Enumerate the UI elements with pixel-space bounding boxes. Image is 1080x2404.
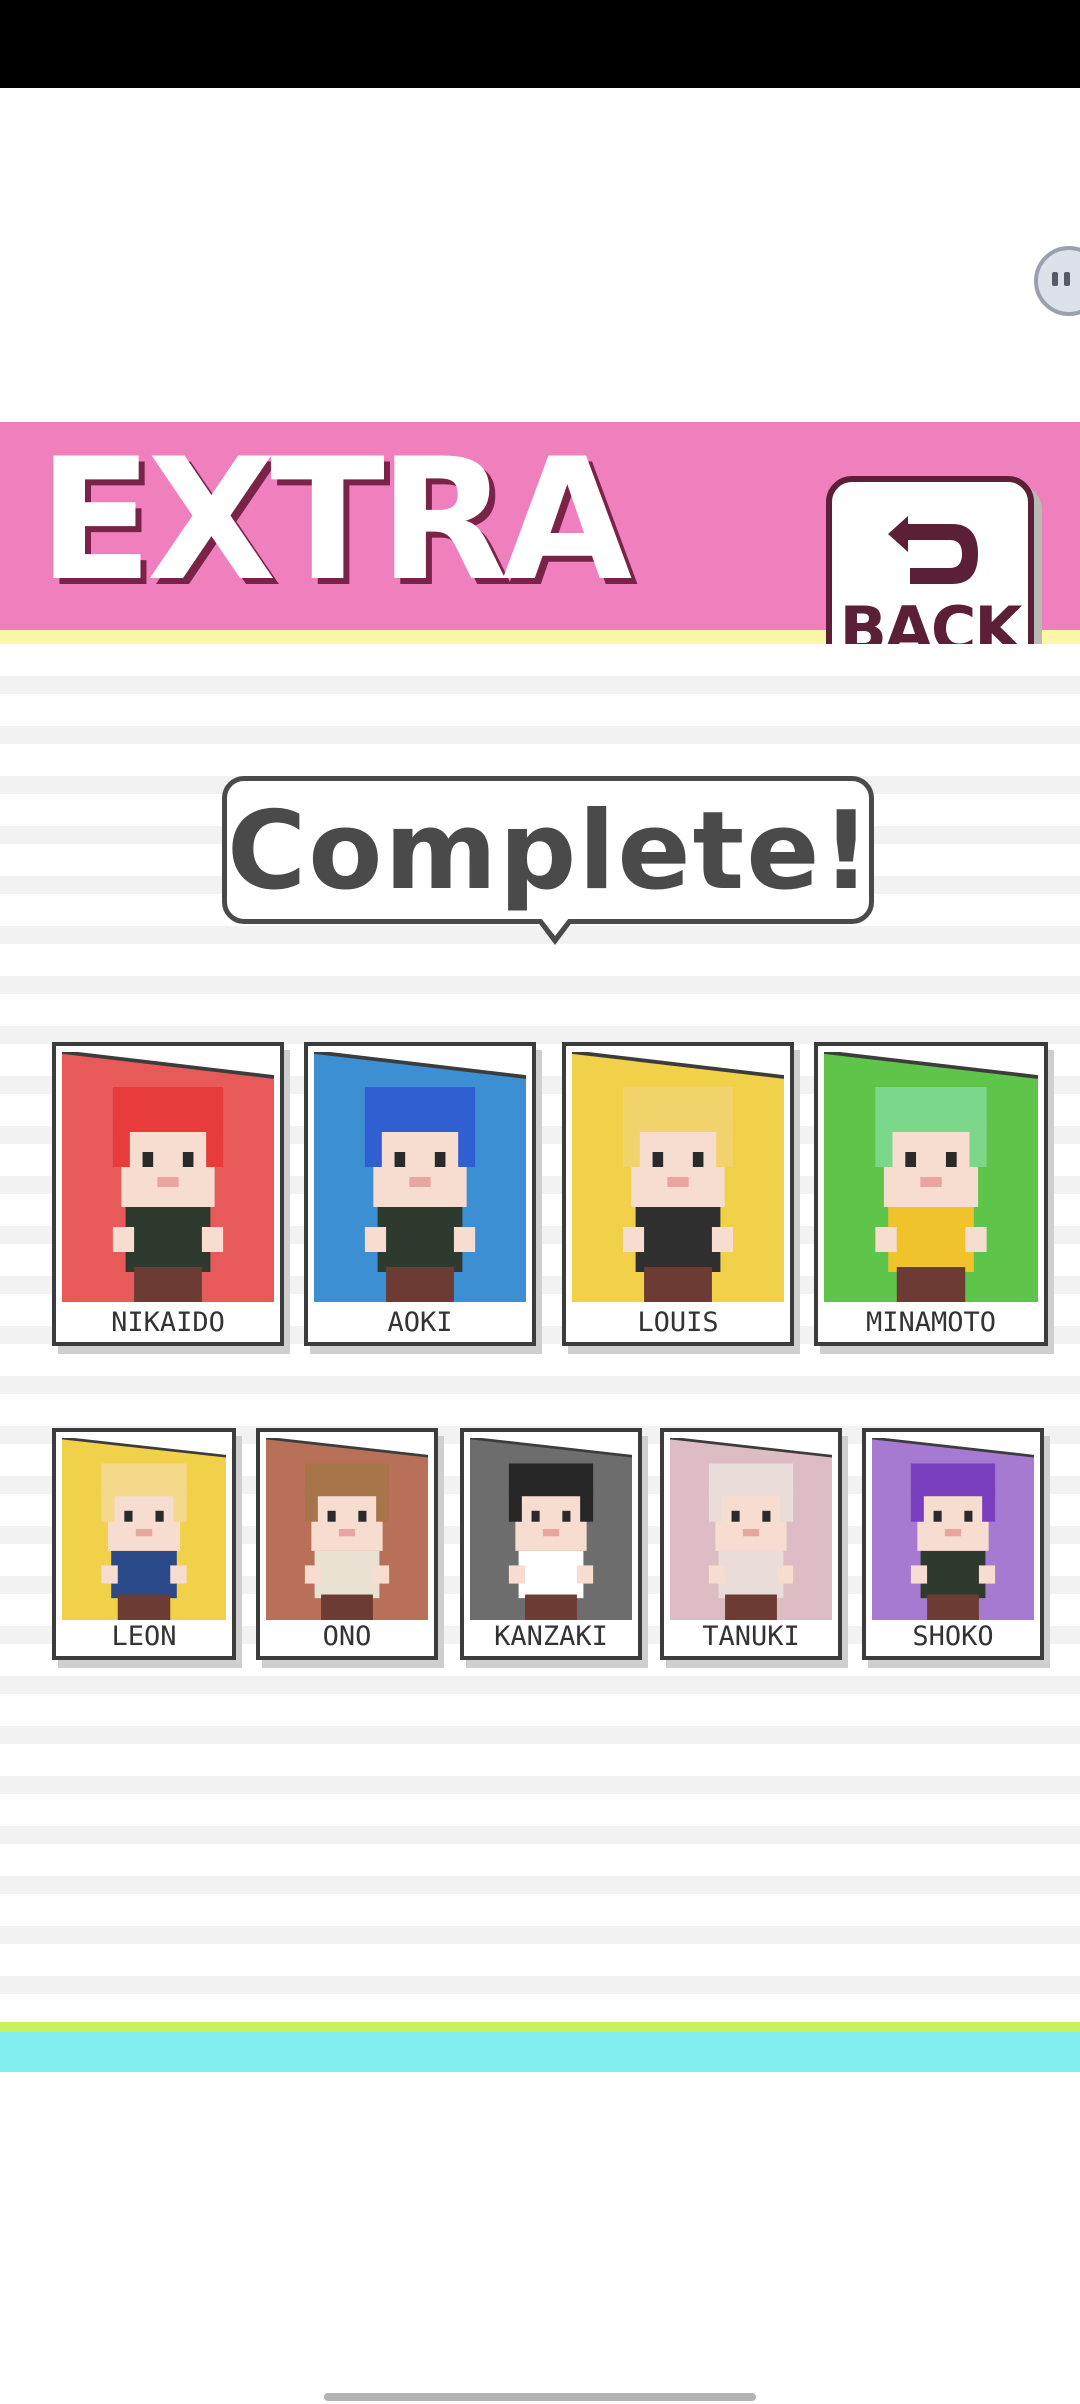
footer-divider bbox=[0, 2022, 1080, 2032]
character-portrait bbox=[62, 1052, 274, 1302]
character-portrait bbox=[470, 1438, 632, 1620]
portrait-art bbox=[314, 1052, 526, 1302]
character-name: KANZAKI bbox=[494, 1621, 608, 1652]
character-name: LOUIS bbox=[637, 1307, 719, 1338]
portrait-art bbox=[266, 1438, 428, 1620]
character-card-louis[interactable]: LOUIS bbox=[562, 1042, 794, 1346]
character-name: SHOKO bbox=[912, 1621, 994, 1652]
character-card-kanzaki[interactable]: KANZAKI bbox=[460, 1428, 642, 1660]
character-portrait bbox=[670, 1438, 832, 1620]
portrait-art bbox=[62, 1438, 226, 1620]
character-card-aoki[interactable]: AOKI bbox=[304, 1042, 536, 1346]
character-card-leon[interactable]: LEON bbox=[52, 1428, 236, 1660]
character-card-shoko[interactable]: SHOKO bbox=[862, 1428, 1044, 1660]
ad-area bbox=[0, 88, 1080, 422]
footer-band bbox=[0, 2032, 1080, 2072]
character-card-ono[interactable]: ONO bbox=[256, 1428, 438, 1660]
portrait-art bbox=[670, 1438, 832, 1620]
character-name: AOKI bbox=[387, 1307, 453, 1338]
character-portrait bbox=[572, 1052, 784, 1302]
portrait-art bbox=[470, 1438, 632, 1620]
portrait-art bbox=[872, 1438, 1034, 1620]
character-name: ONO bbox=[322, 1621, 372, 1652]
character-portrait bbox=[872, 1438, 1034, 1620]
status-bar bbox=[0, 0, 1080, 88]
complete-text: Complete! bbox=[227, 789, 873, 914]
character-portrait bbox=[314, 1052, 526, 1302]
character-portrait bbox=[266, 1438, 428, 1620]
character-card-nikaido[interactable]: NIKAIDO bbox=[52, 1042, 284, 1346]
character-name: MINAMOTO bbox=[865, 1307, 997, 1338]
character-portrait bbox=[62, 1438, 226, 1620]
complete-speech-bubble: Complete! bbox=[222, 776, 874, 945]
character-name: LEON bbox=[111, 1621, 177, 1652]
page-title: EXTRA bbox=[38, 422, 632, 618]
character-card-minamoto[interactable]: MINAMOTO bbox=[814, 1042, 1048, 1346]
back-arrow-icon bbox=[888, 516, 978, 584]
character-name: NIKAIDO bbox=[111, 1307, 225, 1338]
character-portrait bbox=[824, 1052, 1038, 1302]
home-indicator[interactable] bbox=[324, 2393, 756, 2401]
character-name: TANUKI bbox=[702, 1621, 800, 1652]
portrait-art bbox=[62, 1052, 274, 1302]
portrait-art bbox=[572, 1052, 784, 1302]
portrait-art bbox=[824, 1052, 1038, 1302]
character-card-tanuki[interactable]: TANUKI bbox=[660, 1428, 842, 1660]
